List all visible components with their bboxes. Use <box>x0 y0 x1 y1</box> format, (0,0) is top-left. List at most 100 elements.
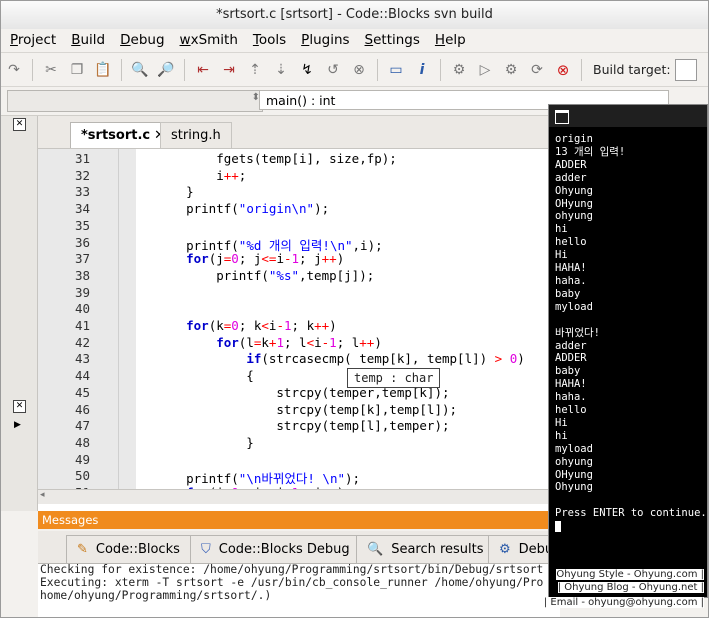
expand-arrow-icon[interactable]: ▶ <box>14 420 21 430</box>
terminal-line: Hi <box>555 416 568 429</box>
find-icon[interactable]: 🔍 <box>129 59 151 81</box>
code-line[interactable]: 42 for(l=k+1; l<i-1; l++) <box>38 335 550 352</box>
terminal-line: adder <box>555 339 587 352</box>
scope-select[interactable]: ⬍ <box>7 90 263 112</box>
menu-debug[interactable]: Debug <box>111 29 170 51</box>
step-icon[interactable]: ↯ <box>296 59 318 81</box>
line-number: 45 <box>74 384 90 400</box>
code-line[interactable]: 37 for(j=0; j<=i-1; j++) <box>38 251 550 268</box>
terminal-line: OHyung <box>555 197 593 210</box>
menu-tools[interactable]: Tools <box>244 29 292 51</box>
jump-forward-icon[interactable]: ⇥ <box>218 59 240 81</box>
code-line[interactable]: 40 <box>38 301 550 318</box>
codeblocks-window: *srtsort.c [srtsort] - Code::Blocks svn … <box>0 0 709 618</box>
shield-icon: ⛉ <box>201 542 211 557</box>
code-line[interactable]: 39 <box>38 285 550 302</box>
code-text: for(j=0; j<=i-1; j++) <box>186 251 345 267</box>
terminal-output: origin 13 개의 입력! ADDER adder Ohyung OHyung ohy… <box>555 133 707 533</box>
toolbar-separator <box>184 58 185 81</box>
menu-build[interactable]: Build <box>62 29 111 51</box>
settings-icon[interactable]: ⚙ <box>448 59 470 81</box>
menu-settings[interactable]: Settings <box>356 29 426 51</box>
code-text: i++; <box>156 167 247 183</box>
toolbar-separator <box>121 58 122 81</box>
management-panel: ✕ ✕ ▶ <box>1 116 38 511</box>
tab-search-results[interactable]: 🔍 Search results <box>356 535 495 563</box>
abort-icon[interactable]: ⊗ <box>552 59 574 81</box>
close-icon[interactable]: ✕ <box>13 400 26 413</box>
build-run-icon[interactable]: ⚙ <box>500 59 522 81</box>
line-number: 33 <box>74 184 90 200</box>
terminal-window[interactable]: origin 13 개의 입력! ADDER adder Ohyung OHyung ohy… <box>548 104 708 598</box>
code-line[interactable]: 48 } <box>38 435 550 452</box>
search-icon: 🔍 <box>367 542 384 557</box>
code-text: { <box>156 368 254 384</box>
line-number: 43 <box>74 351 90 367</box>
horizontal-scrollbar[interactable]: ◂ <box>38 489 550 504</box>
abort-gray-icon[interactable]: ⊗ <box>348 59 370 81</box>
code-text: strcpy(temp[k],temp[l]); <box>156 401 458 417</box>
close-icon[interactable]: ✕ <box>13 118 26 131</box>
terminal-line: hello <box>555 236 587 249</box>
code-text: strcpy(temp[l],temper); <box>156 418 450 434</box>
jump-back-icon[interactable]: ⇤ <box>192 59 214 81</box>
bookmark-next-icon[interactable]: ⇣ <box>270 59 292 81</box>
bookmark-prev-icon[interactable]: ⇡ <box>244 59 266 81</box>
tab-string-h[interactable]: string.h <box>160 122 232 148</box>
code-line[interactable]: 45 strcpy(temper,temp[k]); <box>38 385 550 402</box>
cut-icon[interactable]: ✂ <box>40 59 62 81</box>
menu-wxsmith[interactable]: wxSmith <box>171 29 244 51</box>
code-text: for(l=k+1; l<i-1; l++) <box>216 334 382 350</box>
line-number: 46 <box>74 401 90 417</box>
code-line[interactable]: 46 strcpy(temp[k],temp[l]); <box>38 402 550 419</box>
code-line[interactable]: 50 printf("\n바뀌었다! \n"); <box>38 468 550 486</box>
code-line[interactable]: 43 if(strcasecmp( temp[k], temp[l]) > 0) <box>38 351 550 368</box>
line-number: 36 <box>74 234 90 250</box>
info-icon[interactable]: i <box>411 59 433 81</box>
symbol-tooltip: temp : char <box>347 368 441 388</box>
code-line[interactable]: 31 fgets(temp[i], size,fp); <box>38 151 550 168</box>
code-text: if(strcasecmp( temp[k], temp[l]) > 0) <box>246 351 525 367</box>
code-line[interactable]: 35 <box>38 218 550 235</box>
watermark-line: | Email - ohyung@ohyung.com | <box>543 597 704 608</box>
code-line[interactable]: 49 <box>38 452 550 469</box>
menu-project[interactable]: Project <box>1 29 62 51</box>
paste-icon[interactable]: 📋 <box>92 59 114 81</box>
line-number: 32 <box>74 167 90 183</box>
copy-icon[interactable]: ❐ <box>66 59 88 81</box>
terminal-line: baby <box>555 287 581 300</box>
terminal-line: origin <box>555 133 593 145</box>
tab-codeblocks[interactable]: ✎ Code::Blocks <box>66 535 191 563</box>
code-editor[interactable]: *srtsort.c✕ string.h 31 fgets(temp[i], s… <box>38 116 550 511</box>
code-text: } <box>156 434 254 450</box>
toolbar-separator <box>377 58 378 81</box>
code-line[interactable]: 33 } <box>38 184 550 201</box>
code-line[interactable]: 38 printf("%s",temp[j]); <box>38 268 550 285</box>
redo-icon[interactable]: ↷ <box>3 59 25 81</box>
messages-title: Messages <box>38 511 550 529</box>
code-area[interactable]: 31 fgets(temp[i], size,fp); 32 i++; 33 } 34… <box>38 149 550 499</box>
terminal-line: ADDER <box>555 158 587 171</box>
code-line[interactable]: 44 { <box>38 368 550 385</box>
stop-small-icon[interactable]: ↺ <box>322 59 344 81</box>
terminal-line: ADDER <box>555 352 587 365</box>
tab-codeblocks-debug[interactable]: ⛉ Code::Blocks Debug <box>190 535 361 563</box>
code-line[interactable]: 36 printf("%d 개의 입력!\n",i); <box>38 234 550 253</box>
rebuild-icon[interactable]: ⟳ <box>526 59 548 81</box>
code-line[interactable]: 41 for(k=0; k<i-1; k++) <box>38 318 550 335</box>
run-icon[interactable]: ▷ <box>474 59 496 81</box>
window-icon[interactable]: ▭ <box>385 59 407 81</box>
scroll-left-icon[interactable]: ◂ <box>40 490 45 500</box>
line-number: 39 <box>74 284 90 300</box>
terminal-line: HAHA! <box>555 378 587 391</box>
line-number: 35 <box>74 217 90 233</box>
menu-plugins[interactable]: Plugins <box>292 29 355 51</box>
menu-help[interactable]: Help <box>426 29 472 51</box>
code-line[interactable]: 34 printf("origin\n"); <box>38 201 550 218</box>
build-target-select[interactable] <box>674 58 697 81</box>
code-line[interactable]: 47 strcpy(temp[l],temper); <box>38 418 550 435</box>
code-line[interactable]: 32 i++; <box>38 168 550 185</box>
replace-icon[interactable]: 🔎 <box>155 59 177 81</box>
